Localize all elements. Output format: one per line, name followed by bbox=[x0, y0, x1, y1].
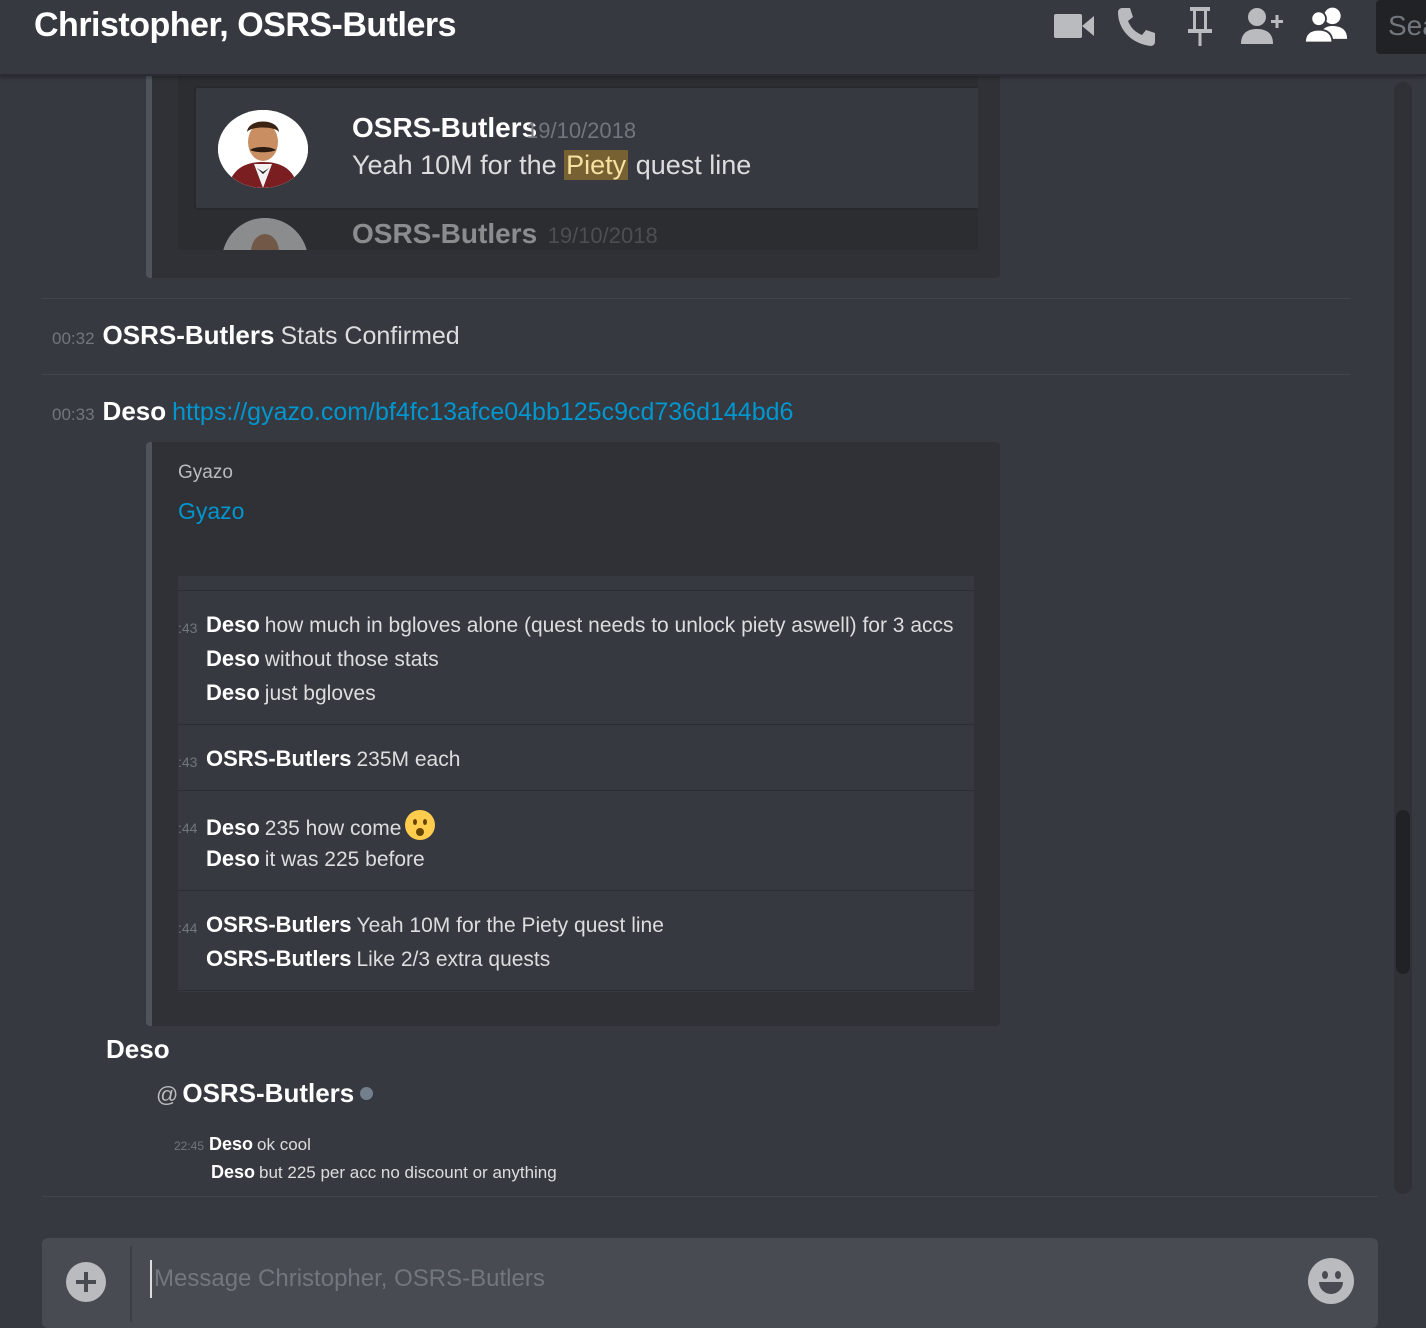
list-item: 22:45 Deso ok cool bbox=[174, 1134, 311, 1154]
message-list: OSRS-Butlers 19/10/2018 Yeah 10M for the… bbox=[0, 76, 1392, 1198]
message-timestamp: :43 bbox=[178, 620, 198, 636]
snippet-author: Deso bbox=[106, 1034, 170, 1064]
list-item: Deso just bgloves bbox=[206, 680, 376, 705]
list-item: Deso how much in bgloves alone (quest nee… bbox=[206, 612, 954, 637]
members-icon[interactable] bbox=[1303, 4, 1348, 48]
dm-header: @ OSRS-Butlers bbox=[156, 1078, 374, 1109]
add-friend-icon[interactable] bbox=[1240, 4, 1284, 48]
message-input[interactable] bbox=[150, 1260, 1296, 1298]
list-item: Deso it was 225 before bbox=[206, 846, 425, 871]
message-timestamp: 00:33 bbox=[52, 405, 95, 424]
search-highlight: Piety bbox=[564, 150, 629, 180]
dm-recipient: OSRS-Butlers bbox=[182, 1078, 355, 1108]
voice-call-icon[interactable] bbox=[1114, 4, 1158, 48]
message-link[interactable]: https://gyazo.com/bf4fc13afce04bb125c9cd… bbox=[172, 398, 793, 426]
list-item: Deso but 225 per acc no discount or anyth… bbox=[211, 1162, 557, 1182]
message-timestamp: :44 bbox=[178, 820, 198, 836]
embed-screenshot: OSRS-Butlers 19/10/2018 Yeah 10M for the… bbox=[178, 76, 978, 250]
embed-provider: Gyazo bbox=[178, 462, 233, 483]
chat-header: Christopher, OSRS-Butlers Sea bbox=[0, 0, 1426, 76]
message-text: Stats Confirmed bbox=[280, 322, 460, 350]
divider bbox=[42, 1196, 1378, 1197]
upload-plus-icon[interactable] bbox=[66, 1262, 106, 1302]
message-author[interactable]: OSRS-Butlers bbox=[103, 320, 275, 350]
channel-title: Christopher, OSRS-Butlers bbox=[34, 6, 457, 44]
divider bbox=[178, 724, 974, 725]
divider bbox=[42, 298, 1350, 299]
divider bbox=[178, 590, 974, 591]
quoted-message: OSRS-Butlers 19/10/2018 Yeah 10M for the… bbox=[194, 86, 978, 210]
embed-title-link[interactable]: Gyazo bbox=[178, 498, 244, 525]
divider bbox=[178, 890, 974, 891]
link-embed: Gyazo Gyazo :43 Deso how much in bgloves … bbox=[146, 442, 1000, 1026]
list-item: Deso without those stats bbox=[206, 646, 439, 671]
status-indicator bbox=[360, 1087, 374, 1100]
message-text: Yeah 10M for the Piety quest line bbox=[352, 150, 752, 180]
scrollbar-track[interactable] bbox=[1394, 82, 1412, 1194]
emoji-picker-icon[interactable] bbox=[1308, 1258, 1354, 1304]
message-timestamp: :44 bbox=[178, 920, 198, 936]
divider bbox=[178, 790, 974, 791]
message-timestamp: :43 bbox=[178, 754, 198, 770]
list-item: Deso 235 how come bbox=[206, 810, 436, 841]
list-item: OSRS-Butlers Yeah 10M for the Piety quest… bbox=[206, 912, 664, 937]
message-author[interactable]: Deso bbox=[103, 396, 167, 426]
message-timestamp: 00:32 bbox=[52, 329, 95, 348]
quoted-message-next: OSRS-Butlers 19/10/2018 bbox=[352, 218, 658, 249]
list-item: OSRS-Butlers 235M each bbox=[206, 746, 461, 771]
search-input[interactable]: Sea bbox=[1376, 0, 1426, 54]
list-item: OSRS-Butlers Like 2/3 extra quests bbox=[206, 946, 551, 971]
message-composer bbox=[42, 1238, 1378, 1328]
avatar bbox=[222, 218, 308, 250]
scrollbar-thumb[interactable] bbox=[1396, 810, 1410, 974]
message: 00:32 OSRS-Butlers Stats Confirmed bbox=[52, 320, 460, 351]
at-sign: @ bbox=[156, 1082, 179, 1107]
embed-image[interactable]: :43 Deso how much in bgloves alone (quest… bbox=[178, 576, 974, 992]
video-call-icon[interactable] bbox=[1052, 4, 1096, 48]
pin-icon[interactable] bbox=[1178, 4, 1222, 48]
divider bbox=[130, 1246, 132, 1322]
message-timestamp: 19/10/2018 bbox=[526, 118, 637, 143]
image-embed[interactable]: OSRS-Butlers 19/10/2018 Yeah 10M for the… bbox=[146, 76, 1000, 278]
message-author: OSRS-Butlers bbox=[352, 112, 538, 143]
avatar bbox=[218, 110, 308, 188]
divider bbox=[42, 374, 1350, 375]
message: 00:33 Deso https://gyazo.com/bf4fc13afce04… bbox=[52, 396, 793, 427]
divider bbox=[178, 990, 974, 991]
astonished-emoji-icon bbox=[405, 810, 436, 840]
